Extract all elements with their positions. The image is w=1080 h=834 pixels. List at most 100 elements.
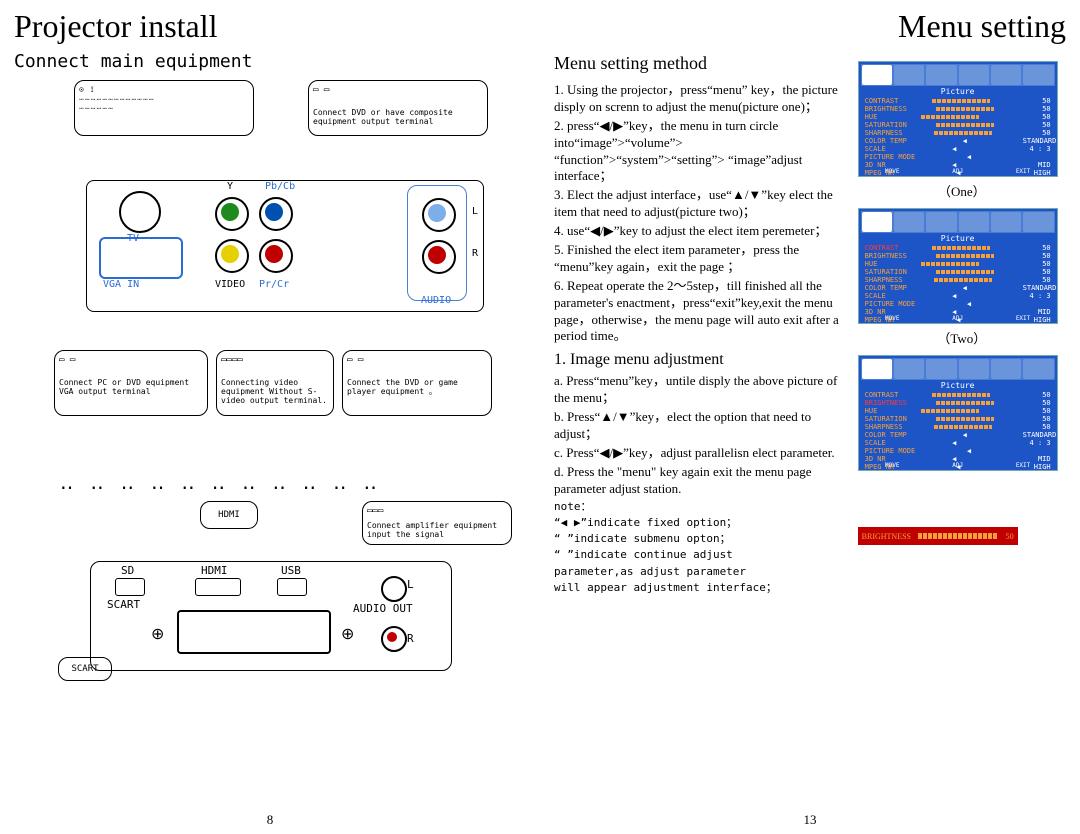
vga-port bbox=[99, 237, 183, 279]
manual-spread: Projector install Connect main equipment… bbox=[0, 0, 1080, 834]
osd-tab-active bbox=[862, 65, 892, 85]
screw-icon-2: ⊕ bbox=[341, 624, 354, 644]
osd-tab bbox=[959, 65, 989, 85]
slider-val: 50 bbox=[1006, 532, 1014, 541]
box-source-a: ⊙ ⟟┄┄┄┄┄┄┄┄┄┄┄┄┄┄┄┄┄┄┄ bbox=[74, 80, 254, 136]
label-pbcb: Pb/Cb bbox=[265, 181, 295, 192]
hdmi-diagram: HDMI ▭▭▭ Connect amplifier equipment inp… bbox=[14, 501, 526, 721]
step-6: 6. Repeat operate the 2～5step，till finis… bbox=[554, 278, 852, 346]
page-number-right: 13 bbox=[804, 812, 817, 828]
box-vga-desc: ▭ ▭ Connect PC or DVD equipment VGA outp… bbox=[54, 350, 208, 416]
brightness-slider-demo: BRIGHTNESS 50 bbox=[858, 527, 1018, 545]
note-line-2: “ ”indicate submenu opton； bbox=[554, 532, 852, 546]
osd-tab bbox=[926, 65, 956, 85]
tv-jack bbox=[119, 191, 161, 233]
osd-tab bbox=[894, 65, 924, 85]
illustration-laptop: ▭ ▭ bbox=[313, 85, 483, 109]
sd-slot bbox=[115, 578, 145, 596]
caption-two: （Two） bbox=[858, 328, 1066, 347]
step-3: 3. Elect the adjust interface，use“▲/▼”ke… bbox=[554, 187, 852, 221]
dashed-illustration: ⊙ ⟟┄┄┄┄┄┄┄┄┄┄┄┄┄┄┄┄┄┄┄ bbox=[79, 85, 249, 113]
note-line-3: “ ”indicate continue adjust bbox=[554, 548, 852, 562]
page-left: Projector install Connect main equipment… bbox=[0, 0, 540, 834]
subtitle-left: Connect main equipment bbox=[14, 51, 526, 72]
caption-one: （One） bbox=[858, 181, 1066, 200]
audio-out-l bbox=[381, 576, 407, 602]
label-y: Y bbox=[227, 181, 233, 192]
usb-port bbox=[277, 578, 307, 596]
scart-label-box: SCART bbox=[58, 657, 112, 681]
d3-text: Connect PC or DVD equipment VGA output t… bbox=[59, 379, 203, 397]
label-prcr: Pr/Cr bbox=[259, 279, 289, 290]
d2-text: Connect DVD or have composite equipment … bbox=[313, 109, 483, 127]
jack-video bbox=[215, 239, 249, 273]
page-number-left: 8 bbox=[267, 812, 274, 828]
illustration-devices: ▭▭▭▭ bbox=[221, 355, 329, 379]
osd-list: CONTRAST50BRIGHTNESS50HUE50SATURATION50S… bbox=[861, 244, 1055, 324]
jack-pbcb bbox=[259, 197, 293, 231]
osd-footer: MOVEADJEXIT bbox=[859, 168, 1057, 175]
label-audio-l: L bbox=[472, 206, 478, 217]
label-video: VIDEO bbox=[215, 279, 245, 290]
step-2: 2. press“◀/▶”key，the menu in turn circle… bbox=[554, 118, 852, 186]
jack-audio-l bbox=[422, 198, 456, 232]
hdmi-port bbox=[195, 578, 241, 596]
instructions-column: Menu setting method 1. Using the project… bbox=[554, 51, 852, 597]
separator-dots: ‥ ‥ ‥ ‥ ‥ ‥ ‥ ‥ ‥ ‥ ‥ bbox=[60, 470, 526, 495]
note-block: note： “◀ ▶”indicate fixed option； “ ”ind… bbox=[554, 500, 852, 596]
osd-screenshot-one: Picture CONTRAST50BRIGHTNESS50HUE50SATUR… bbox=[858, 61, 1058, 177]
slider-label: BRIGHTNESS bbox=[862, 532, 911, 541]
label-vgain: VGA IN bbox=[103, 279, 139, 290]
label-sd: SD bbox=[121, 564, 134, 577]
scart-text: SCART bbox=[71, 664, 98, 674]
box-composite-desc: ▭ ▭ Connect DVD or have composite equipm… bbox=[308, 80, 488, 136]
note-line-1: “◀ ▶”indicate fixed option； bbox=[554, 516, 852, 530]
osd-tab bbox=[1023, 65, 1053, 85]
d5-text: Connect the DVD or game player equipment… bbox=[347, 379, 487, 397]
image-adj-a: a. Press“menu”key，untile disply the abov… bbox=[554, 373, 852, 407]
step-4: 4. use“◀/▶”key to adjust the elect item … bbox=[554, 223, 852, 240]
step-5: 5. Finished the elect item parameter，pre… bbox=[554, 242, 852, 276]
image-adj-d: d. Press the "menu" key again exit the m… bbox=[554, 464, 852, 498]
hdmi-desc-box: ▭▭▭ Connect amplifier equipment input th… bbox=[362, 501, 512, 545]
hdmi-label: HDMI bbox=[218, 510, 240, 520]
osd-list: CONTRAST50BRIGHTNESS50HUE50SATURATION50S… bbox=[861, 391, 1055, 471]
image-adj-b: b. Press“▲/▼”key，elect the option that n… bbox=[554, 409, 852, 443]
osd-tabs bbox=[861, 64, 1055, 86]
io-panel: SD HDMI USB SCART ⊕ ⊕ L R AUDIO OUT bbox=[90, 561, 452, 671]
jack-audio-r bbox=[422, 240, 456, 274]
image-adj-c: c. Press“◀/▶”key，adjust parallelisn elec… bbox=[554, 445, 852, 462]
note-line-5: will appear adjustment interface； bbox=[554, 581, 852, 595]
box-svideo-desc: ▭▭▭▭ Connecting video equipment Without … bbox=[216, 350, 334, 416]
osd-screenshot-two: Picture CONTRAST50BRIGHTNESS50HUE50SATUR… bbox=[858, 208, 1058, 324]
note-line-4: parameter,as adjust parameter bbox=[554, 565, 852, 579]
label-usb: USB bbox=[281, 564, 301, 577]
label-scart: SCART bbox=[107, 598, 140, 611]
osd-title: Picture bbox=[861, 87, 1055, 96]
osd-list: CONTRAST50BRIGHTNESS50HUE50SATURATION50S… bbox=[861, 97, 1055, 177]
screw-icon: ⊕ bbox=[151, 624, 164, 644]
illustration-console: ▭ ▭ bbox=[347, 355, 487, 379]
hdmi-desc: Connect amplifier equipment input the si… bbox=[367, 522, 507, 540]
slider-bar bbox=[918, 533, 998, 539]
osd-tab bbox=[991, 65, 1021, 85]
illustration-laptop2: ▭ ▭ bbox=[59, 355, 203, 379]
hdmi-label-box: HDMI bbox=[200, 501, 258, 529]
step-1: 1. Using the projector，press“menu” key，t… bbox=[554, 82, 852, 116]
label-audio-r: R bbox=[472, 248, 478, 259]
osd-screenshot-three: Picture CONTRAST50BRIGHTNESS50HUE50SATUR… bbox=[858, 355, 1058, 471]
jack-y bbox=[215, 197, 249, 231]
connector-panel: TV Y Pb/Cb VGA IN VIDEO Pr/Cr L R AUDIO bbox=[86, 180, 484, 312]
page-title-right: Menu setting bbox=[554, 8, 1066, 45]
subtitle-right: Menu setting method bbox=[554, 53, 852, 74]
audio-group: L R bbox=[407, 185, 467, 301]
d4-text: Connecting video equipment Without S-vid… bbox=[221, 379, 329, 405]
label-hdmi: HDMI bbox=[201, 564, 228, 577]
label-r: R bbox=[407, 632, 414, 645]
note-title: note： bbox=[554, 500, 852, 514]
osd-column: Picture CONTRAST50BRIGHTNESS50HUE50SATUR… bbox=[852, 51, 1066, 597]
illustration-amp: ▭▭▭ bbox=[367, 506, 507, 522]
image-adj-title: 1. Image menu adjustment bbox=[554, 351, 852, 369]
jack-prcr bbox=[259, 239, 293, 273]
page-right: Menu setting Menu setting method 1. Usin… bbox=[540, 0, 1080, 834]
